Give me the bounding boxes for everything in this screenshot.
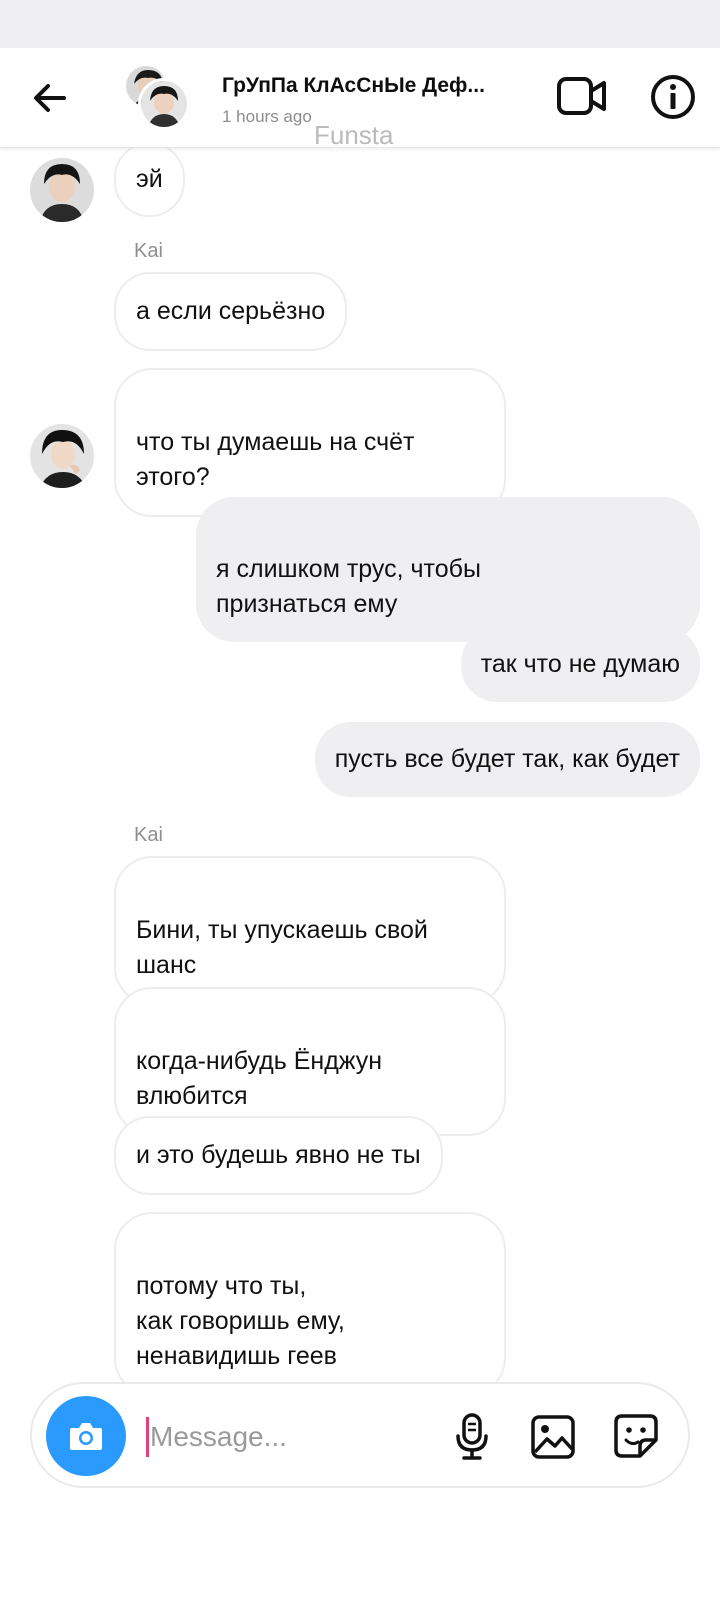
message-text: эй <box>136 165 163 193</box>
chat-header: ГрУпПа КлАсСнЫе Деф... 1 hours ago Funst… <box>0 48 720 150</box>
message-text: а если серьёзно <box>136 297 326 325</box>
video-camera-icon <box>557 77 606 115</box>
message-text: потому что ты, как говоришь ему, ненавид… <box>136 1272 345 1370</box>
sticker-icon <box>614 1414 658 1458</box>
outgoing-message[interactable]: пусть все будет так, как будет <box>314 722 700 797</box>
voice-message-button[interactable] <box>450 1412 494 1462</box>
arrow-left-icon <box>34 84 66 112</box>
sender-name: Kai <box>134 240 163 262</box>
incoming-message[interactable]: эй <box>114 142 185 217</box>
microphone-icon <box>456 1413 488 1460</box>
incoming-message[interactable]: а если серьёзно <box>114 272 348 351</box>
last-active-status: 1 hours ago <box>222 107 312 126</box>
sticker-button[interactable] <box>612 1412 660 1460</box>
outgoing-message[interactable]: так что не думаю <box>460 627 700 702</box>
sender-name: Kai <box>134 824 163 846</box>
outgoing-message[interactable]: я слишком трус, чтобы признаться ему <box>196 497 700 642</box>
incoming-message[interactable]: Бини, ты упускаешь свой шанс <box>114 856 506 1005</box>
message-composer <box>30 1382 690 1488</box>
incoming-message[interactable]: и это будешь явно не ты <box>114 1116 443 1195</box>
status-bar <box>0 0 720 48</box>
info-button[interactable] <box>650 74 696 120</box>
incoming-message[interactable]: когда-нибудь Ёнджун влюбится <box>114 987 506 1136</box>
message-text: пусть все будет так, как будет <box>334 745 680 773</box>
image-icon <box>531 1415 575 1459</box>
chat-title[interactable]: ГрУпПа КлАсСнЫе Деф... <box>222 74 542 98</box>
message-text: так что не думаю <box>480 650 680 678</box>
message-text: когда-нибудь Ёнджун влюбится <box>136 1047 383 1110</box>
group-avatar[interactable] <box>124 64 190 130</box>
gallery-button[interactable] <box>530 1414 576 1460</box>
back-button[interactable] <box>28 76 72 120</box>
text-cursor <box>146 1417 149 1457</box>
avatar[interactable] <box>30 424 94 488</box>
watermark: Funsta <box>314 120 394 150</box>
message-text: и это будешь явно не ты <box>136 1141 421 1169</box>
message-input[interactable] <box>150 1416 430 1458</box>
video-call-button[interactable] <box>556 74 608 118</box>
message-text: что ты думаешь на счёт этого? <box>136 428 415 491</box>
info-icon <box>651 75 695 119</box>
camera-button[interactable] <box>46 1396 126 1476</box>
incoming-message[interactable]: что ты думаешь на счёт этого? <box>114 368 506 517</box>
message-text: Бини, ты упускаешь свой шанс <box>136 916 428 979</box>
avatar <box>138 78 190 130</box>
incoming-message[interactable]: потому что ты, как говоришь ему, ненавид… <box>114 1212 506 1396</box>
message-text: я слишком трус, чтобы признаться ему <box>216 555 481 618</box>
camera-icon <box>70 1423 102 1450</box>
avatar[interactable] <box>30 158 94 222</box>
